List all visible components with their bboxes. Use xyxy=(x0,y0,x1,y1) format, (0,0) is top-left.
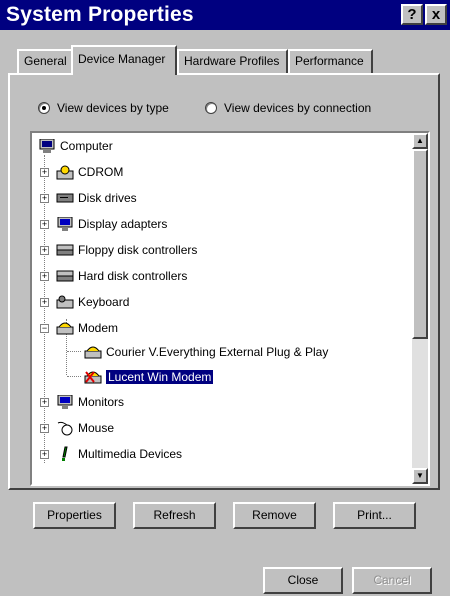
tree-node-lucent-modem[interactable]: Lucent Win Modem xyxy=(84,366,214,388)
tree-node-computer[interactable]: Computer xyxy=(38,135,113,157)
expand-toggle[interactable]: + xyxy=(40,450,49,459)
tree-node-hard-disk-controllers[interactable]: + Hard disk controllers xyxy=(40,265,187,287)
properties-button[interactable]: Properties xyxy=(33,502,116,529)
cdrom-icon xyxy=(56,164,74,180)
tree-node-multimedia[interactable]: + Multimedia Devices xyxy=(40,443,182,465)
view-by-type-radio[interactable]: View devices by type xyxy=(38,100,169,116)
expand-toggle[interactable]: + xyxy=(40,398,49,407)
help-button[interactable]: ? xyxy=(401,4,423,25)
tree-label: CDROM xyxy=(78,165,124,179)
floppy-controller-icon xyxy=(56,242,74,258)
tree-node-monitors[interactable]: + Monitors xyxy=(40,391,124,413)
display-adapter-icon xyxy=(56,216,74,232)
close-button[interactable]: Close xyxy=(263,567,343,594)
computer-icon xyxy=(38,138,56,154)
expand-toggle[interactable]: + xyxy=(40,424,49,433)
device-tree[interactable]: Computer + CDROM + Disk drives + Display… xyxy=(30,131,430,486)
tree-label: Monitors xyxy=(78,395,125,409)
tab-performance[interactable]: Performance xyxy=(288,49,373,73)
tree-node-mouse[interactable]: + Mouse xyxy=(40,417,114,439)
expand-toggle[interactable]: + xyxy=(40,272,49,281)
modem-error-icon xyxy=(84,369,102,385)
title-bar: System Properties ? x xyxy=(0,0,450,30)
tree-connector xyxy=(67,351,81,352)
tree-scrollbar[interactable]: ▲ ▼ xyxy=(412,133,428,484)
tree-label: Hard disk controllers xyxy=(78,269,188,283)
print-button[interactable]: Print... xyxy=(333,502,416,529)
modem-icon xyxy=(56,320,74,336)
tree-node-disk-drives[interactable]: + Disk drives xyxy=(40,187,137,209)
tree-label: Keyboard xyxy=(78,295,130,309)
tree-label: Computer xyxy=(60,139,113,153)
close-window-button[interactable]: x xyxy=(425,4,447,25)
radio-selected-indicator xyxy=(38,102,50,114)
tree-node-display-adapters[interactable]: + Display adapters xyxy=(40,213,167,235)
expand-toggle[interactable]: + xyxy=(40,194,49,203)
refresh-button[interactable]: Refresh xyxy=(133,502,216,529)
view-by-connection-label: View devices by connection xyxy=(224,101,372,115)
expand-toggle[interactable]: + xyxy=(40,220,49,229)
tree-label: Disk drives xyxy=(78,191,137,205)
tree-node-keyboard[interactable]: + Keyboard xyxy=(40,291,129,313)
tree-node-cdrom[interactable]: + CDROM xyxy=(40,161,123,183)
tree-node-courier-modem[interactable]: Courier V.Everything External Plug & Pla… xyxy=(84,341,328,363)
mouse-icon xyxy=(56,420,74,436)
cancel-button: Cancel xyxy=(352,567,432,594)
collapse-toggle[interactable]: − xyxy=(40,324,49,333)
tree-label: Courier V.Everything External Plug & Pla… xyxy=(106,345,329,359)
radio-unselected-indicator xyxy=(205,102,217,114)
scroll-down-button[interactable]: ▼ xyxy=(412,468,428,484)
view-by-connection-radio[interactable]: View devices by connection xyxy=(205,100,371,116)
tree-label: Multimedia Devices xyxy=(78,447,183,461)
expand-toggle[interactable]: + xyxy=(40,246,49,255)
window-title: System Properties xyxy=(6,3,194,26)
scroll-up-button[interactable]: ▲ xyxy=(412,133,428,149)
tree-label-selected: Lucent Win Modem xyxy=(106,370,214,384)
modem-icon xyxy=(84,344,102,360)
scroll-thumb[interactable] xyxy=(412,149,428,339)
expand-toggle[interactable]: + xyxy=(40,298,49,307)
tree-node-modem[interactable]: − Modem xyxy=(40,317,118,339)
multimedia-icon xyxy=(56,446,74,462)
hard-disk-controller-icon xyxy=(56,268,74,284)
tree-label: Display adapters xyxy=(78,217,168,231)
remove-button[interactable]: Remove xyxy=(233,502,316,529)
tree-node-floppy-controllers[interactable]: + Floppy disk controllers xyxy=(40,239,197,261)
keyboard-icon xyxy=(56,294,74,310)
view-by-type-label: View devices by type xyxy=(57,101,169,115)
monitor-icon xyxy=(56,394,74,410)
tree-connector xyxy=(67,376,81,377)
tree-label: Floppy disk controllers xyxy=(78,243,198,257)
tab-device-manager[interactable]: Device Manager xyxy=(71,45,177,75)
tab-hardware-profiles[interactable]: Hardware Profiles xyxy=(177,49,288,73)
expand-toggle[interactable]: + xyxy=(40,168,49,177)
tree-label: Modem xyxy=(78,321,119,335)
tree-label: Mouse xyxy=(78,421,115,435)
tab-general[interactable]: General xyxy=(17,49,73,73)
disk-drive-icon xyxy=(56,190,74,206)
